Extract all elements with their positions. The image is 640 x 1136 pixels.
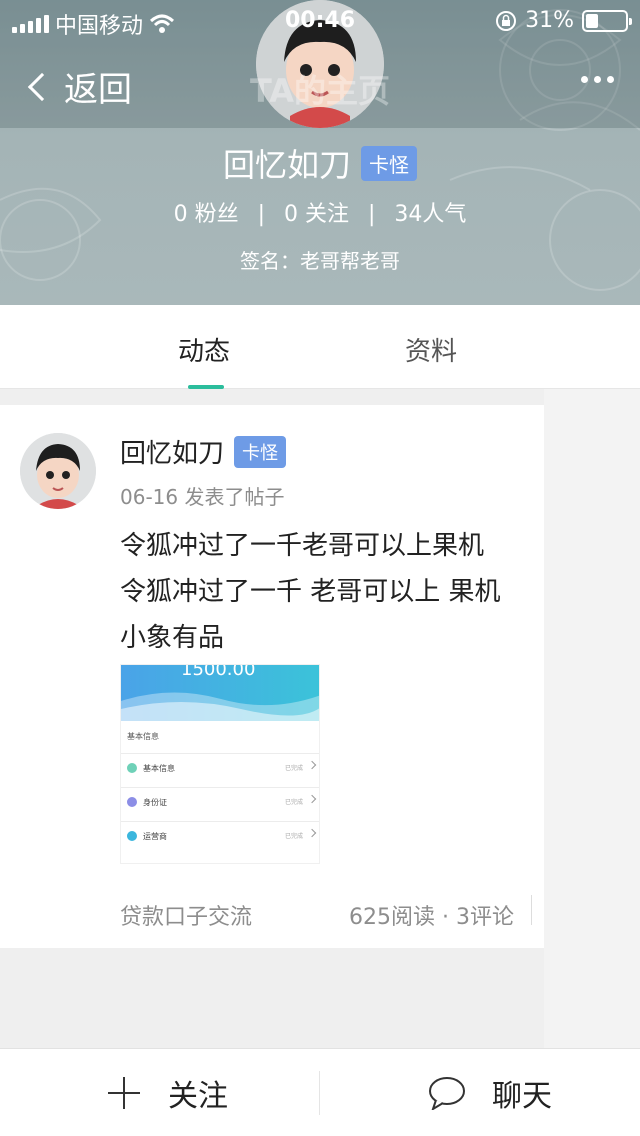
follow-label: 关注	[168, 1079, 228, 1114]
thumbnail-row: 基本信息 已完成	[121, 753, 319, 783]
profile-header: 中国移动 00:46 31% 返回 TA的主页 回忆如刀 卡怪 0 粉丝 | 0…	[0, 0, 640, 305]
post-author-row: 回忆如刀 卡怪	[120, 433, 287, 470]
divider	[319, 1071, 320, 1115]
post-line: 令狐冲过了一千老哥可以上果机	[120, 531, 485, 561]
avatar-face-icon	[20, 433, 96, 509]
id-card-icon	[127, 797, 137, 807]
fans-count[interactable]: 0 粉丝	[174, 202, 239, 227]
tab-profile-info[interactable]: 资料	[405, 331, 457, 368]
level-badge: 卡怪	[361, 145, 417, 181]
more-button[interactable]	[581, 76, 614, 83]
thumbnail-row: 身份证 已完成	[121, 787, 319, 817]
post-line: 小象有品	[120, 623, 225, 653]
thumbnail-section: 基本信息	[127, 732, 159, 741]
carrier-icon	[127, 831, 137, 841]
stats-separator: |	[257, 202, 265, 227]
chat-label: 聊天	[492, 1079, 552, 1114]
post-author-name[interactable]: 回忆如刀	[120, 433, 224, 470]
post-author-badge: 卡怪	[234, 435, 287, 468]
chevron-right-icon	[307, 828, 317, 838]
thumbnail-amount: 1500.00	[181, 664, 256, 680]
more-dot-icon	[581, 76, 588, 83]
chevron-right-icon	[307, 794, 317, 804]
follow-button[interactable]: 关注	[108, 1071, 228, 1115]
profile-tabs: 动态 资料	[0, 305, 640, 389]
chat-bubble-icon	[429, 1077, 465, 1110]
plus-icon	[108, 1077, 140, 1109]
info-icon	[127, 763, 137, 773]
orientation-lock-icon	[496, 10, 517, 31]
thumbnail-row: 运营商 已完成	[121, 821, 319, 851]
post-content[interactable]: 令狐冲过了一千老哥可以上果机 令狐冲过了一千 老哥可以上 果机 小象有品	[120, 523, 544, 661]
post-category[interactable]: 贷款口子交流	[120, 899, 252, 931]
bottom-action-bar: 关注 聊天	[0, 1048, 640, 1136]
divider	[531, 895, 532, 925]
profile-signature: 签名：老哥帮老哥	[240, 249, 400, 273]
battery-percent: 31%	[525, 8, 574, 33]
following-count[interactable]: 0 关注	[284, 202, 349, 227]
post-card[interactable]: 回忆如刀 卡怪 06-16 发表了帖子 令狐冲过了一千老哥可以上果机 令狐冲过了…	[0, 405, 544, 948]
navbar: 返回 TA的主页	[0, 48, 640, 120]
page-title: TA的主页	[249, 72, 391, 110]
profile-name: 回忆如刀	[222, 146, 351, 184]
chat-button[interactable]: 聊天	[428, 1071, 552, 1115]
active-tab-indicator	[188, 385, 224, 389]
profile-name-row: 回忆如刀 卡怪	[0, 140, 640, 186]
status-bar: 中国移动 00:46 31%	[0, 0, 640, 40]
battery-icon	[582, 9, 632, 32]
profile-stats: 0 粉丝 | 0 关注 | 34人气	[0, 196, 640, 228]
post-meta: 06-16 发表了帖子	[120, 485, 285, 509]
side-strip	[544, 389, 640, 1049]
stats-separator: |	[368, 202, 376, 227]
post-author-avatar[interactable]	[20, 433, 96, 509]
post-image-thumbnail[interactable]: 1500.00 基本信息 基本信息 已完成 身份证 已完成 运营商 已完成	[120, 664, 320, 864]
post-stats: 625阅读 · 3评论	[349, 905, 514, 930]
post-line: 令狐冲过了一千 老哥可以上 果机	[120, 577, 501, 607]
tab-activity[interactable]: 动态	[178, 331, 230, 368]
chevron-right-icon	[307, 760, 317, 770]
popularity-count: 34人气	[394, 202, 467, 227]
